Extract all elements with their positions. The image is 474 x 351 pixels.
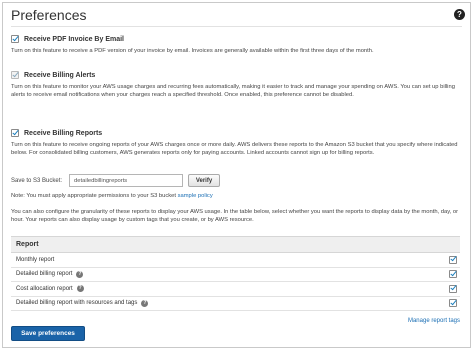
section-pdf-invoice: Receive PDF Invoice By Email Turn on thi…	[11, 33, 460, 55]
verify-button[interactable]: Verify	[188, 174, 221, 187]
report-label: Detailed billing report with resources a…	[16, 300, 138, 307]
title-divider	[11, 26, 462, 27]
help-icon[interactable]: ?	[76, 270, 84, 278]
section-billing-reports: Receive Billing Reports Turn on this fea…	[11, 127, 460, 157]
section-title: Receive PDF Invoice By Email	[24, 35, 124, 43]
permissions-note: Note: You must apply appropriate permiss…	[11, 193, 213, 199]
detailed-billing-report-checkbox[interactable]	[449, 270, 457, 279]
report-label: Detailed billing report	[16, 271, 73, 278]
note-text: Note: You must apply appropriate permiss…	[11, 193, 176, 199]
detailed-resources-tags-report-checkbox[interactable]	[449, 299, 457, 308]
table-row: Detailed billing report ?	[11, 268, 460, 282]
sample-policy-link[interactable]: sample policy	[178, 193, 213, 199]
manage-report-tags-link[interactable]: Manage report tags	[408, 318, 460, 324]
help-circle-icon[interactable]: ?	[454, 9, 465, 20]
report-label: Cost allocation report	[16, 285, 73, 292]
s3-bucket-row: Save to S3 Bucket: Verify	[11, 174, 221, 187]
section-title: Receive Billing Alerts	[24, 71, 96, 79]
section-title: Receive Billing Reports	[24, 129, 103, 137]
report-table: Report Monthly report Detailed billing r…	[11, 236, 460, 311]
help-icon[interactable]: ?	[76, 285, 84, 293]
section-description: Turn on this feature to receive ongoing …	[11, 142, 458, 157]
page-title: Preferences	[11, 7, 87, 23]
report-label: Monthly report	[16, 256, 55, 263]
section-billing-alerts: Receive Billing Alerts Turn on this feat…	[11, 69, 460, 99]
table-row: Detailed billing report with resources a…	[11, 297, 460, 311]
table-row: Cost allocation report ?	[11, 282, 460, 297]
report-table-header: Report	[11, 237, 460, 253]
s3-bucket-label: Save to S3 Bucket:	[11, 177, 63, 184]
billing-alerts-checkbox	[11, 71, 19, 79]
s3-bucket-input[interactable]	[69, 174, 184, 187]
help-icon[interactable]: ?	[141, 299, 149, 307]
preferences-panel: Preferences ? Receive PDF Invoice By Ema…	[2, 2, 471, 348]
monthly-report-checkbox[interactable]	[449, 255, 457, 264]
granularity-info: You can also configure the granularity o…	[11, 209, 459, 224]
pdf-invoice-checkbox[interactable]	[11, 35, 19, 43]
table-row: Monthly report	[11, 253, 460, 268]
section-description: Turn on this feature to receive a PDF ve…	[11, 48, 374, 54]
billing-reports-checkbox[interactable]	[11, 129, 19, 137]
section-description: Turn on this feature to monitor your AWS…	[11, 84, 455, 99]
save-preferences-button[interactable]: Save preferences	[11, 326, 85, 341]
cost-allocation-report-checkbox[interactable]	[449, 284, 457, 293]
